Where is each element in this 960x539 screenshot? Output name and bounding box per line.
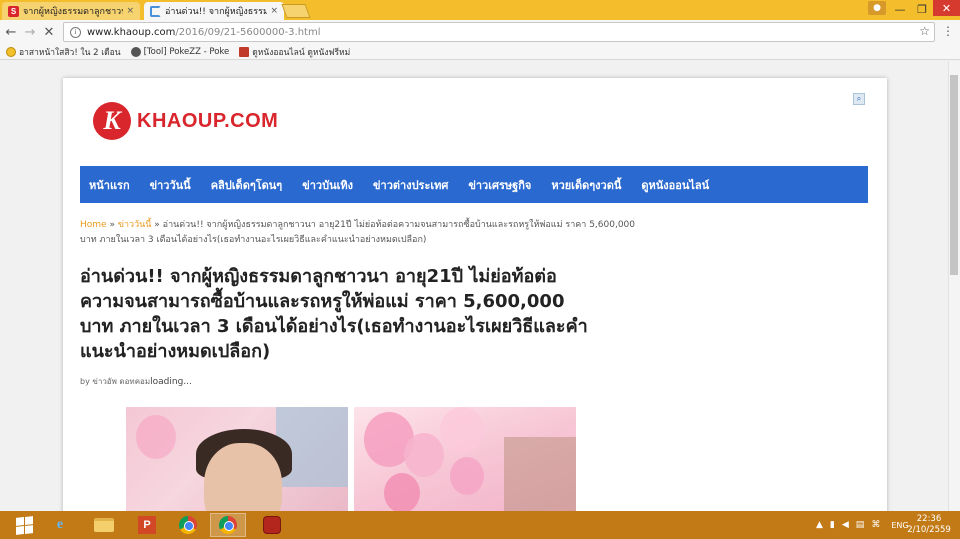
page-scrollbar[interactable] — [948, 61, 960, 511]
page-viewport: K KHAOUP.COM ⌕ หน้าแรก ข่าววันนี้ คลิปเด… — [0, 61, 960, 511]
nav-item-movies[interactable]: ดูหนังออนไลน์ — [641, 176, 709, 194]
bookmark-1[interactable]: อาสาหน้าใสสิว! ใน 2 เดือน — [6, 45, 121, 59]
bookmark-2[interactable]: [Tool] PokeZZ - Poke — [130, 46, 230, 57]
new-tab-button[interactable] — [281, 4, 311, 18]
photo-building — [504, 437, 576, 511]
internet-explorer-icon[interactable]: e — [42, 513, 78, 537]
site-logo[interactable]: K KHAOUP.COM — [93, 102, 278, 140]
s-logo-icon: S — [8, 5, 19, 17]
browser-titlebar: S จากผู้หญิงธรรมดาลูกชาวนา × อ่านด่วน!! … — [0, 0, 960, 20]
bookmarks-bar: อาสาหน้าใสสิว! ใน 2 เดือน [Tool] PokeZZ … — [0, 44, 960, 60]
site-search-icon[interactable]: ⌕ — [853, 93, 865, 105]
loading-spinner-icon — [150, 5, 161, 17]
balloon-shape — [450, 457, 484, 495]
byline-author[interactable]: by ข่าวอัพ ดอทคอม — [80, 377, 150, 386]
show-hidden-icons-icon[interactable]: ▲ — [816, 520, 823, 530]
article-title: อ่านด่วน!! จากผู้หญิงธรรมดาลูกชาวนา อายุ… — [80, 266, 588, 362]
close-window-button[interactable]: ✕ — [933, 0, 960, 16]
breadcrumb-separator: » — [106, 220, 118, 230]
bookmark-3-label: ดูหนังออนไลน์ ดูหนังฟรีหม่ — [252, 47, 351, 58]
breadcrumb-category[interactable]: ข่าววันนี้ — [118, 220, 152, 230]
balloon-shape — [384, 473, 420, 511]
balloon-shape — [136, 415, 176, 459]
bookmark-star-icon[interactable]: ☆ — [919, 24, 930, 38]
store-button[interactable] — [254, 513, 290, 537]
bookmark-1-label: อาสาหน้าใสสิว! ใน 2 เดือน — [19, 47, 121, 58]
network-icon[interactable]: ▤ — [856, 520, 865, 530]
breadcrumb-separator: » — [151, 220, 163, 230]
smiley-icon — [6, 46, 16, 57]
taskbar-clock[interactable]: 22:36 2/10/2559 — [906, 514, 952, 536]
site-main-nav: หน้าแรก ข่าววันนี้ คลิปเด็ดๆโดนๆ ข่าวบัน… — [80, 166, 868, 203]
site-info-icon[interactable]: i — [70, 26, 81, 38]
breadcrumb-home[interactable]: Home — [80, 220, 107, 230]
powerpoint-icon: P — [138, 516, 156, 534]
clock-date: 2/10/2559 — [907, 525, 951, 535]
volume-icon[interactable]: ◀ — [842, 520, 849, 530]
chrome-icon — [179, 516, 197, 534]
movie-icon — [239, 46, 250, 57]
windows-logo-icon — [15, 515, 33, 535]
start-button[interactable] — [6, 513, 42, 537]
article-byline: by ข่าวอัพ ดอทคอมloading... — [80, 375, 192, 388]
nav-item-home[interactable]: หน้าแรก — [89, 176, 130, 194]
chrome-button-1[interactable] — [170, 513, 206, 537]
nav-item-lottery[interactable]: หวยเด็ดๆงวดนี้ — [551, 176, 621, 194]
breadcrumb: Home » ข่าววันนี้ » อ่านด่วน!! จากผู้หญิ… — [80, 218, 640, 248]
keyboard-icon[interactable]: ⌘ — [871, 520, 880, 530]
article-photo-1 — [126, 407, 348, 511]
chrome-button-2-active[interactable] — [210, 513, 246, 537]
tab-2-close-icon[interactable]: × — [270, 6, 278, 16]
tab-1-title: จากผู้หญิงธรรมดาลูกชาวนา — [23, 7, 124, 17]
nav-item-clips[interactable]: คลิปเด็ดๆโดนๆ — [211, 176, 283, 194]
url-domain: www.khaoup.com — [87, 26, 176, 38]
chrome-icon — [219, 516, 237, 534]
bookmark-3[interactable]: ดูหนังออนไลน์ ดูหนังฟรีหม่ — [239, 45, 350, 59]
shopping-bag-icon — [263, 516, 281, 534]
user-profile-icon[interactable]: ● — [868, 1, 886, 15]
forward-button[interactable]: → — [21, 23, 39, 41]
windows-taskbar: e P ▲ ▮ ◀ ▤ ⌘ ENG 22:36 2/10/2559 — [0, 511, 960, 539]
nav-item-world[interactable]: ข่าวต่างประเทศ — [373, 176, 448, 194]
address-bar[interactable]: i www.khaoup.com/2016/09/21-5600000-3.ht… — [63, 22, 935, 42]
logo-mark: K — [93, 102, 131, 140]
logo-text: KHAOUP.COM — [137, 109, 279, 132]
balloon-shape — [404, 433, 444, 477]
browser-menu-icon[interactable]: ⋮ — [942, 24, 954, 38]
site-page: K KHAOUP.COM ⌕ หน้าแรก ข่าววันนี้ คลิปเด… — [63, 78, 887, 511]
tab-2-active[interactable]: อ่านด่วน!! จากผู้หญิงธรรมดา × — [144, 2, 284, 20]
article-photo-2 — [354, 407, 576, 511]
back-button[interactable]: ← — [2, 23, 20, 41]
pokeball-icon — [130, 46, 141, 57]
scrollbar-thumb[interactable] — [950, 75, 958, 275]
bookmark-2-label: [Tool] PokeZZ - Poke — [143, 46, 230, 57]
file-explorer-button[interactable] — [86, 513, 122, 537]
breadcrumb-current: อ่านด่วน!! จากผู้หญิงธรรมดาลูกชาวนา อายุ… — [80, 220, 636, 245]
tab-1-close-icon[interactable]: × — [126, 6, 134, 16]
battery-icon[interactable]: ▮ — [830, 520, 835, 530]
nav-item-economy[interactable]: ข่าวเศรษฐกิจ — [468, 176, 531, 194]
tab-2-title: อ่านด่วน!! จากผู้หญิงธรรมดา — [165, 7, 268, 17]
photo-face — [204, 443, 282, 511]
url-path: /2016/09/21-5600000-3.html — [175, 26, 321, 38]
nav-item-entertainment[interactable]: ข่าวบันเทิง — [302, 176, 353, 194]
powerpoint-button[interactable]: P — [129, 513, 165, 537]
byline-loading: loading... — [150, 377, 192, 387]
system-tray: ▲ ▮ ◀ ▤ ⌘ ENG — [816, 511, 909, 539]
stop-loading-button[interactable]: ✕ — [40, 23, 58, 41]
maximize-button[interactable]: ❐ — [911, 0, 933, 18]
nav-item-today-news[interactable]: ข่าววันนี้ — [150, 176, 191, 194]
minimize-button[interactable]: — — [889, 0, 911, 18]
clock-time: 22:36 — [916, 514, 942, 524]
tab-1[interactable]: S จากผู้หญิงธรรมดาลูกชาวนา × — [2, 2, 140, 20]
folder-icon — [94, 518, 114, 532]
balloon-shape — [440, 407, 484, 453]
browser-toolbar: ← → ✕ i www.khaoup.com/2016/09/21-560000… — [0, 20, 960, 44]
